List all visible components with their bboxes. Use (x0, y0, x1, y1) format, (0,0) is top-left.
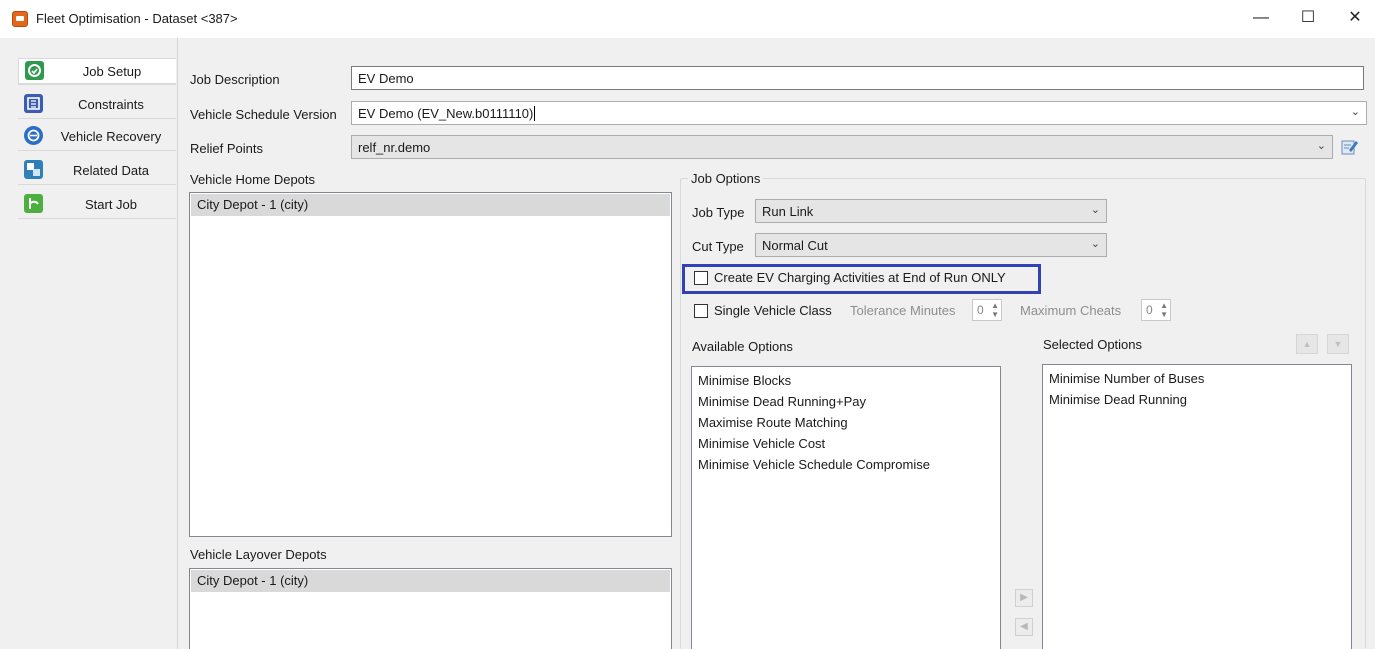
spin-arrows-icon: ▲ ▼ (1160, 301, 1168, 319)
tolerance-minutes-label: Tolerance Minutes (850, 303, 956, 318)
arrow-left-icon: ◀ (1020, 621, 1028, 632)
list-item[interactable]: Minimise Dead Running+Pay (692, 392, 1000, 413)
vehicle-recovery-icon (24, 126, 43, 145)
sidebar-item-constraints[interactable]: Constraints (18, 92, 176, 118)
single-vehicle-class-checkbox[interactable] (694, 304, 708, 318)
title-bar: Fleet Optimisation - Dataset <387> — ☐ ✕ (0, 0, 1375, 38)
sidebar: Job Setup Constraints Vehicle Recovery R… (0, 38, 178, 649)
available-options-label: Available Options (692, 339, 793, 354)
selected-options-label: Selected Options (1043, 337, 1143, 352)
spin-arrows-icon: ▲ ▼ (991, 301, 999, 319)
layover-depots-label: Vehicle Layover Depots (190, 547, 327, 562)
add-option-button[interactable]: ▶ (1015, 589, 1033, 607)
maximum-cheats-stepper[interactable]: 0 ▲ ▼ (1141, 299, 1171, 321)
chevron-down-icon: ⌄ (1090, 204, 1100, 216)
sidebar-item-label: Start Job (84, 197, 138, 212)
relief-points-select[interactable]: relf_nr.demo ⌄ (351, 135, 1333, 159)
app-logo-icon (12, 11, 28, 27)
job-description-label: Job Description (190, 72, 280, 87)
arrow-up-icon: ▲ (1302, 339, 1312, 349)
vehicle-schedule-label: Vehicle Schedule Version (190, 107, 337, 122)
list-item[interactable]: Minimise Dead Running (1043, 390, 1351, 411)
list-item[interactable]: Minimise Vehicle Cost (692, 434, 1000, 455)
job-setup-icon (25, 61, 44, 80)
divider (18, 184, 176, 185)
list-item[interactable]: Minimise Blocks (692, 371, 1000, 392)
sidebar-item-job-setup[interactable]: Job Setup (18, 58, 176, 84)
home-depots-list[interactable]: City Depot - 1 (city) (189, 192, 672, 537)
related-data-icon (24, 160, 43, 179)
tolerance-minutes-stepper[interactable]: 0 ▲ ▼ (972, 299, 1002, 321)
sidebar-item-label: Vehicle Recovery (60, 129, 162, 144)
job-description-input[interactable]: EV Demo (351, 66, 1364, 90)
maximum-cheats-value: 0 (1146, 303, 1153, 317)
arrow-right-icon: ▶ (1020, 592, 1028, 603)
vehicle-schedule-value: EV Demo (EV_New.b0111110) (358, 106, 534, 121)
divider (18, 150, 176, 151)
list-item[interactable]: City Depot - 1 (city) (191, 194, 670, 216)
start-job-icon (24, 194, 43, 213)
list-item[interactable]: Maximise Route Matching (692, 413, 1000, 434)
list-item[interactable]: Minimise Vehicle Schedule Compromise (692, 455, 1000, 476)
window-title: Fleet Optimisation - Dataset <387> (36, 11, 238, 26)
sidebar-item-label: Constraints (78, 97, 144, 112)
divider (18, 118, 176, 119)
edit-icon[interactable] (1341, 138, 1359, 156)
chevron-down-icon: ⌄ (1316, 140, 1326, 152)
sidebar-item-label: Related Data (73, 163, 149, 178)
ev-charging-checkbox[interactable] (694, 271, 708, 285)
close-button[interactable]: ✕ (1340, 6, 1370, 30)
sidebar-item-start-job[interactable]: Start Job (18, 192, 176, 218)
sidebar-item-related-data[interactable]: Related Data (18, 158, 176, 184)
tolerance-minutes-value: 0 (977, 303, 984, 317)
cut-type-value: Normal Cut (762, 238, 828, 253)
move-up-button[interactable]: ▲ (1296, 334, 1318, 354)
job-type-value: Run Link (762, 204, 814, 219)
home-depots-label: Vehicle Home Depots (190, 172, 316, 187)
list-item[interactable]: City Depot - 1 (city) (191, 570, 670, 592)
relief-points-label: Relief Points (190, 141, 263, 156)
arrow-down-icon: ▼ (1333, 339, 1343, 349)
vehicle-schedule-select[interactable]: EV Demo (EV_New.b0111110) ⌄ (351, 101, 1367, 125)
relief-points-value: relf_nr.demo (358, 140, 431, 155)
maximum-cheats-label: Maximum Cheats (1020, 303, 1122, 318)
chevron-down-icon: ⌄ (1090, 238, 1100, 250)
job-type-select[interactable]: Run Link ⌄ (755, 199, 1107, 223)
sidebar-item-label: Job Setup (82, 64, 142, 79)
job-options-title: Job Options (688, 171, 764, 186)
divider (18, 218, 176, 219)
move-down-button[interactable]: ▼ (1327, 334, 1349, 354)
maximize-button[interactable]: ☐ (1293, 6, 1323, 30)
layover-depots-list[interactable]: City Depot - 1 (city) (189, 568, 672, 649)
remove-option-button[interactable]: ◀ (1015, 618, 1033, 636)
chevron-down-icon: ⌄ (1350, 106, 1360, 118)
job-type-label: Job Type (692, 205, 745, 220)
list-item[interactable]: Minimise Number of Buses (1043, 369, 1351, 390)
divider (18, 84, 176, 85)
constraints-icon (24, 94, 43, 113)
sidebar-item-vehicle-recovery[interactable]: Vehicle Recovery (18, 124, 176, 150)
ev-charging-label[interactable]: Create EV Charging Activities at End of … (714, 270, 1006, 285)
cut-type-select[interactable]: Normal Cut ⌄ (755, 233, 1107, 257)
cut-type-label: Cut Type (692, 239, 744, 254)
selected-options-list[interactable]: Minimise Number of Buses Minimise Dead R… (1042, 364, 1352, 649)
single-vehicle-class-label[interactable]: Single Vehicle Class (714, 303, 832, 318)
minimize-button[interactable]: — (1246, 6, 1276, 30)
available-options-list[interactable]: Minimise Blocks Minimise Dead Running+Pa… (691, 366, 1001, 649)
